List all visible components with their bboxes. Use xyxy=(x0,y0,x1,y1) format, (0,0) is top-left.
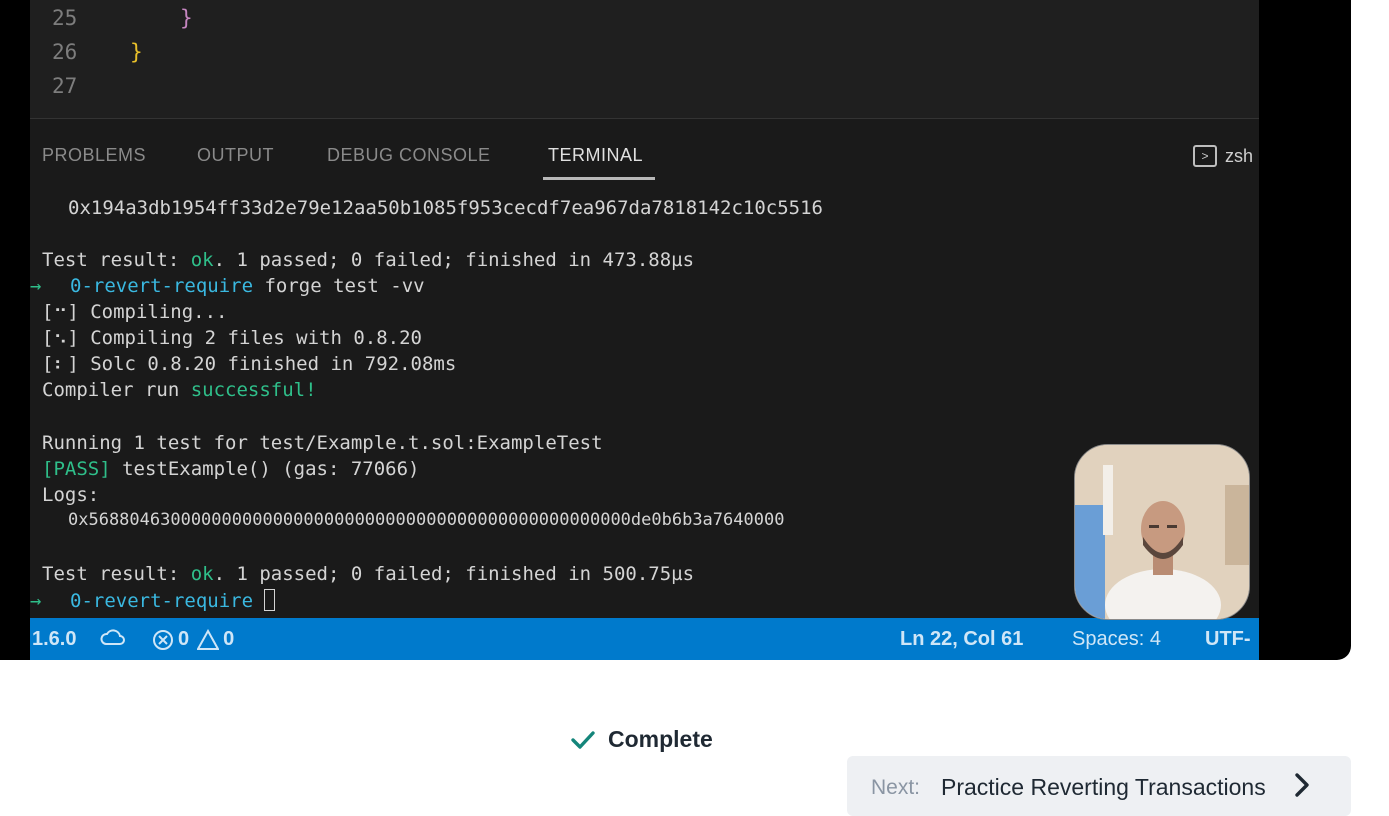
terminal-line: Logs: xyxy=(42,484,100,506)
presenter-webcam xyxy=(1074,444,1250,620)
video-player[interactable]: 25 } 26 } 27 PROBLEMS OUTPUT DEBUG CONSO… xyxy=(0,0,1351,660)
tab-problems[interactable]: PROBLEMS xyxy=(42,145,146,166)
chevron-right-icon xyxy=(1293,772,1311,803)
shell-name: zsh xyxy=(1225,145,1254,166)
version-label[interactable]: 1.6.0 xyxy=(32,628,76,651)
line-code: } xyxy=(130,40,143,64)
prompt-arrow-icon: → xyxy=(30,590,42,612)
line-number: 27 xyxy=(52,74,78,98)
result-detail: . 1 passed; 0 failed; finished in 500.75… xyxy=(213,563,695,585)
compiler-status: successful! xyxy=(190,379,317,401)
terminal-line: [⠒] Compiling... xyxy=(42,301,228,323)
encoding-setting[interactable]: UTF- xyxy=(1205,628,1251,651)
terminal-prompt: → 0-revert-require forge test -vv xyxy=(30,275,425,301)
result-detail: . 1 passed; 0 failed; finished in 473.88… xyxy=(213,249,695,271)
code-line: 25 } xyxy=(30,6,1259,36)
line-number: 26 xyxy=(52,40,78,64)
complete-label: Complete xyxy=(608,726,713,752)
code-line: 26 } xyxy=(30,40,1259,70)
pass-detail: testExample() (gas: 77066) xyxy=(110,458,420,480)
result-label: Test result: xyxy=(42,563,191,585)
result-label: Test result: xyxy=(42,249,191,271)
prompt-command: forge test -vv xyxy=(253,275,425,297)
active-tab-indicator xyxy=(543,177,655,180)
line-code: } xyxy=(180,6,193,30)
terminal-prompt: → 0-revert-require xyxy=(30,589,276,615)
indentation-setting[interactable]: Spaces: 4 xyxy=(1072,628,1161,651)
prompt-directory: 0-revert-require xyxy=(70,590,254,612)
code-line: 27 xyxy=(30,74,1259,104)
terminal-line: Test result: ok. 1 passed; 0 failed; fin… xyxy=(42,249,694,275)
lesson-complete-status: Complete xyxy=(570,726,713,753)
problems-indicator[interactable]: 0 0 xyxy=(152,628,234,651)
error-count: 0 xyxy=(178,628,190,650)
terminal-line: [⠆] Solc 0.8.20 finished in 792.08ms xyxy=(42,353,457,375)
next-prefix: Next: xyxy=(871,776,921,799)
terminal-line: 0x194a3db1954ff33d2e79e12aa50b1085f953ce… xyxy=(68,197,823,219)
cloud-icon xyxy=(100,628,126,654)
prompt-arrow-icon: → xyxy=(30,275,42,297)
terminal-line: [PASS] testExample() (gas: 77066) xyxy=(42,458,420,484)
error-icon xyxy=(153,629,173,650)
cursor-position[interactable]: Ln 22, Col 61 xyxy=(900,628,1023,651)
tab-output[interactable]: OUTPUT xyxy=(197,145,274,166)
terminal-line: Test result: ok. 1 passed; 0 failed; fin… xyxy=(42,563,694,589)
terminal-line: [⠢] Compiling 2 files with 0.8.20 xyxy=(42,327,422,349)
warning-icon xyxy=(197,628,220,650)
terminal-line: Compiler run successful! xyxy=(42,379,317,405)
terminal-line: Running 1 test for test/Example.t.sol:Ex… xyxy=(42,432,603,454)
result-ok: ok xyxy=(190,563,214,585)
presenter-avatar xyxy=(1075,445,1249,619)
code-editor[interactable]: 25 } 26 } 27 xyxy=(30,0,1259,118)
panel-tabs: PROBLEMS OUTPUT DEBUG CONSOLE TERMINAL >… xyxy=(30,119,1259,181)
compiler-label: Compiler run xyxy=(42,379,191,401)
terminal-cursor xyxy=(264,589,276,611)
line-number: 25 xyxy=(52,6,78,30)
result-ok: ok xyxy=(190,249,214,271)
terminal-icon: > xyxy=(1193,145,1217,167)
prompt-directory: 0-revert-require xyxy=(70,275,254,297)
terminal-shell-selector[interactable]: > zsh xyxy=(1193,145,1259,167)
vscode-window: 25 } 26 } 27 PROBLEMS OUTPUT DEBUG CONSO… xyxy=(30,0,1259,660)
terminal-line: 0x56880463000000000000000000000000000000… xyxy=(68,510,785,530)
tab-debug-console[interactable]: DEBUG CONSOLE xyxy=(327,145,491,166)
next-lesson-title: Practice Reverting Transactions xyxy=(941,774,1266,800)
pass-badge: [PASS] xyxy=(42,458,111,480)
checkmark-icon xyxy=(571,730,595,749)
status-bar: 1.6.0 0 0 Ln 22, Col 61 Spaces: 4 UTF- xyxy=(30,618,1259,660)
tab-terminal[interactable]: TERMINAL xyxy=(548,145,643,166)
warning-count: 0 xyxy=(223,628,235,650)
next-lesson-button[interactable]: Next: Practice Reverting Transactions xyxy=(847,756,1351,816)
